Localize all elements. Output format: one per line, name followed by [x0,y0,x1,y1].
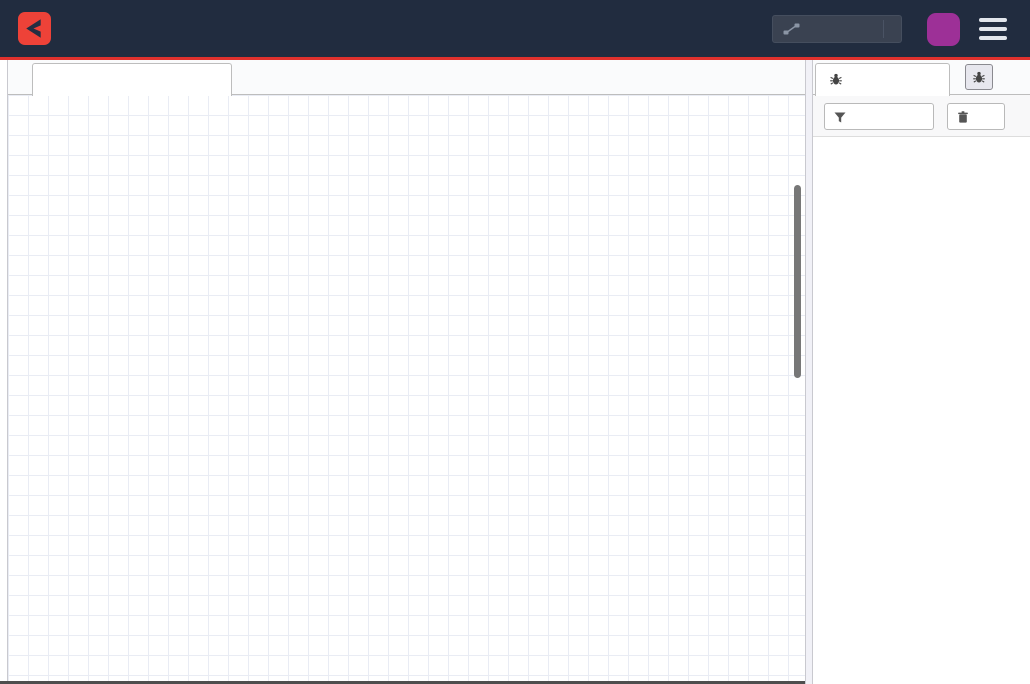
canvas-vertical-scrollbar[interactable] [794,185,801,378]
wires-layer [8,95,805,684]
flowfuse-logo-icon [18,12,51,45]
trash-icon [956,110,970,124]
debug-sidebar [813,60,1030,684]
sidebar-tabbar [813,60,1030,95]
header-bar [0,0,1030,57]
add-flow-button[interactable] [742,60,766,95]
main-menu-icon[interactable] [979,18,1007,40]
funnel-icon [833,110,847,124]
deploy-divider [883,20,884,38]
palette-collapsed-gutter [0,60,8,684]
tab-debug[interactable] [815,63,950,96]
debug-panel-toggle-button[interactable] [965,64,993,90]
deploy-icon [783,22,800,36]
workspace [8,60,805,684]
sidebar-options-chevron-down-icon[interactable] [1005,60,1027,95]
bug-icon [829,72,843,89]
node-red-editor [0,0,1030,684]
tab-flow-1[interactable] [32,63,232,96]
flow-list-chevron-down-icon[interactable] [778,60,800,95]
main-area [0,60,1030,684]
sidebar-splitter[interactable] [805,60,813,684]
workspace-tabbar [8,60,805,95]
debug-messages-panel[interactable] [813,137,1030,684]
deploy-button[interactable] [772,15,902,43]
bug-icon [972,70,986,84]
run-flows-icon[interactable] [715,60,737,95]
user-avatar[interactable] [927,13,960,46]
flow-canvas[interactable] [8,95,805,684]
debug-clear-button[interactable] [947,103,1005,130]
debug-toolbar [813,95,1030,137]
debug-filter-button[interactable] [824,103,934,130]
